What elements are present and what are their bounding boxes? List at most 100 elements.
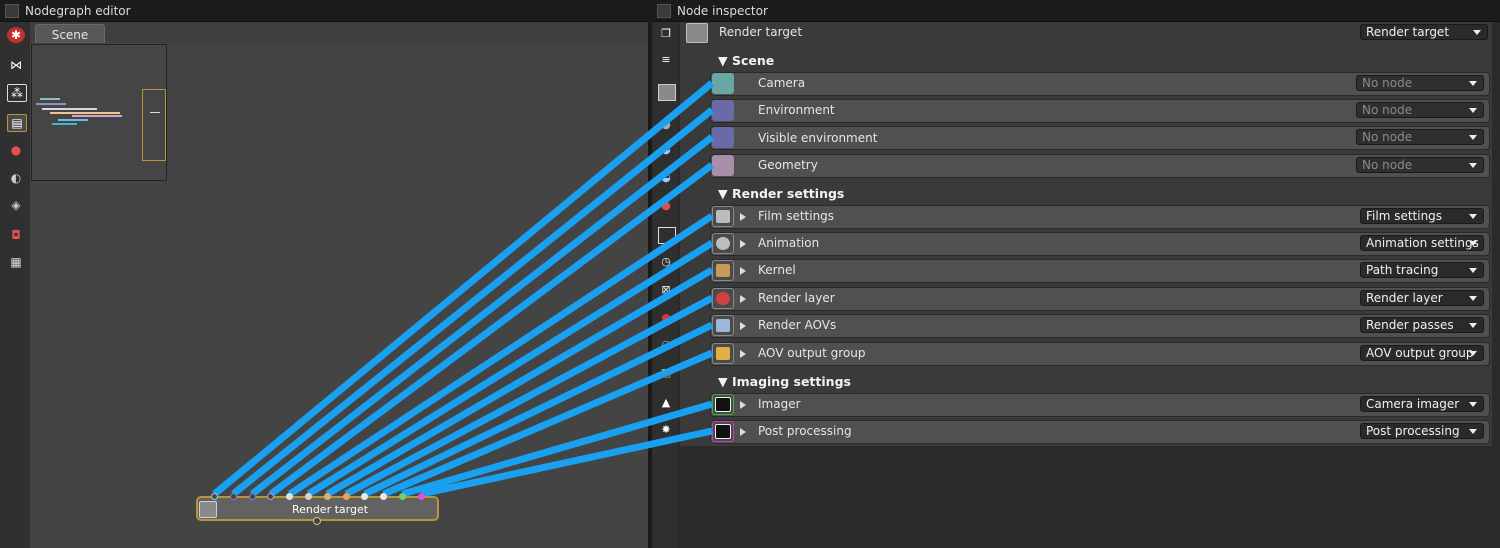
render-target-icon [686,23,708,43]
geometry-pin[interactable] [712,155,734,176]
arrange-graph-icon[interactable]: ⋈ [7,57,25,73]
collapse-icon[interactable]: ≡ [658,52,674,67]
kernel-icon[interactable]: ⊠ [658,282,674,297]
chevron-down-icon [1469,108,1477,113]
distribute-icon[interactable]: ⁂ [7,84,27,102]
pin-label-environment: Environment [758,103,835,117]
visible-environment-icon[interactable]: ◒ [658,170,674,185]
node-type-dropdown[interactable]: Render target [1360,24,1488,40]
film-settings-dropdown[interactable]: Film settings [1360,208,1484,224]
post-processing-icon[interactable]: ✸ [658,422,674,437]
imager-dropdown[interactable]: Camera imager [1360,396,1484,412]
section-scene-label: Scene [731,53,775,68]
kernel-dropdown[interactable]: Path tracing [1360,262,1484,278]
expand-arrow-icon[interactable] [740,267,746,275]
geometry-icon[interactable]: ● [658,198,674,213]
section-render-settings[interactable]: ▼ Render settings [718,186,844,201]
input-port[interactable] [211,493,218,500]
render-target-node-label: Render target [291,503,369,516]
kernel-icon [716,264,730,277]
aov-output-group-pin[interactable] [712,343,734,364]
tab-scene[interactable]: Scene [35,24,105,44]
render-aovs-icon[interactable]: ◒ [658,337,674,352]
expand-arrow-icon[interactable] [740,401,746,409]
render-layer-pin[interactable] [712,288,734,309]
unfold-graph-icon[interactable]: ✱ [7,27,25,43]
section-scene[interactable]: ▼ Scene [718,53,774,68]
environment-pin[interactable] [712,100,734,121]
camera-icon[interactable]: ◘ [7,227,25,243]
grid-icon[interactable]: ▦ [7,254,25,270]
render-layer-icon[interactable]: ● [658,310,674,325]
animation-icon[interactable]: ◷ [658,254,674,269]
minimap-wire [58,119,88,121]
nodegraph-editor-title: Nodegraph editor [25,3,131,18]
object-icon[interactable]: ◈ [7,197,25,213]
pin-label-imager: Imager [758,397,801,411]
pin-label-render-aovs: Render AOVs [758,318,837,332]
input-port[interactable] [323,493,331,500]
minimap-wire [50,112,120,114]
film-settings-icon[interactable] [658,227,676,244]
pin-label-animation: Animation [758,236,820,250]
kernel-pin[interactable] [712,260,734,281]
render-aovs-pin[interactable] [712,315,734,336]
animation-pin[interactable] [712,233,734,254]
aov-output-group-icon [716,347,730,360]
expand-arrow-icon[interactable] [740,322,746,330]
aov-output-group-dropdown[interactable]: AOV output group [1360,345,1484,361]
aov-output-group-icon[interactable]: ◩ [658,365,674,380]
environment-icon[interactable]: ◒ [658,142,674,157]
pin-label-render-layer: Render layer [758,291,835,305]
camera-node-value: No node [1362,76,1413,90]
material-icon[interactable]: ● [7,142,25,158]
texture-icon[interactable]: ◐ [7,170,25,186]
node-inspector-title: Node inspector [677,3,768,18]
render-target-icon[interactable] [658,84,676,101]
input-port[interactable] [248,493,256,500]
node-graph-view-icon[interactable]: ▤ [7,114,27,132]
pane-menu-icon[interactable] [5,3,19,18]
pin-label-post-processing: Post processing [758,424,852,438]
output-port[interactable] [313,517,321,525]
pin-label-kernel: Kernel [758,263,796,277]
expand-arrow-icon[interactable] [740,240,746,248]
expand-arrow-icon[interactable] [740,295,746,303]
imager-icon[interactable]: ▲ [658,395,674,410]
section-imaging-settings[interactable]: ▼ Imaging settings [718,374,851,389]
render-layer-dropdown[interactable]: Render layer [1360,290,1484,306]
chevron-down-icon [1469,81,1477,86]
render-aovs-value: Render passes [1366,318,1454,332]
post-processing-pin[interactable] [712,421,734,442]
visible-environment-node-dropdown[interactable]: No node [1356,129,1484,145]
input-port[interactable] [417,493,425,500]
environment-node-dropdown[interactable]: No node [1356,102,1484,118]
copy-icon[interactable]: ❐ [658,26,674,41]
film-settings-pin[interactable] [712,206,734,227]
expand-arrow-icon[interactable] [740,428,746,436]
minimap-wire [40,98,60,100]
input-port[interactable] [305,493,312,500]
minimap-viewport[interactable] [142,89,166,161]
geometry-node-dropdown[interactable]: No node [1356,157,1484,173]
pane-menu-icon[interactable] [657,3,671,18]
imager-pin[interactable] [712,394,734,415]
camera-icon[interactable]: ◕ [658,117,674,132]
input-port[interactable] [229,493,237,500]
visible-environment-pin[interactable] [712,127,734,148]
section-render-settings-label: Render settings [731,186,845,201]
post-processing-dropdown[interactable]: Post processing [1360,423,1484,439]
expand-arrow-icon[interactable] [740,213,746,221]
chevron-down-icon [1469,402,1477,407]
expand-arrow-icon[interactable] [740,350,746,358]
minimap[interactable] [31,44,167,181]
input-port[interactable] [342,493,350,500]
render-layer-value: Render layer [1366,291,1443,305]
camera-pin[interactable] [712,73,734,94]
input-port[interactable] [399,493,406,500]
environment-node-value: No node [1362,103,1413,117]
node-inspector-titlebar: Node inspector [652,0,1500,22]
animation-dropdown[interactable]: Animation settings [1360,235,1484,251]
render-aovs-dropdown[interactable]: Render passes [1360,317,1484,333]
camera-node-dropdown[interactable]: No node [1356,75,1484,91]
